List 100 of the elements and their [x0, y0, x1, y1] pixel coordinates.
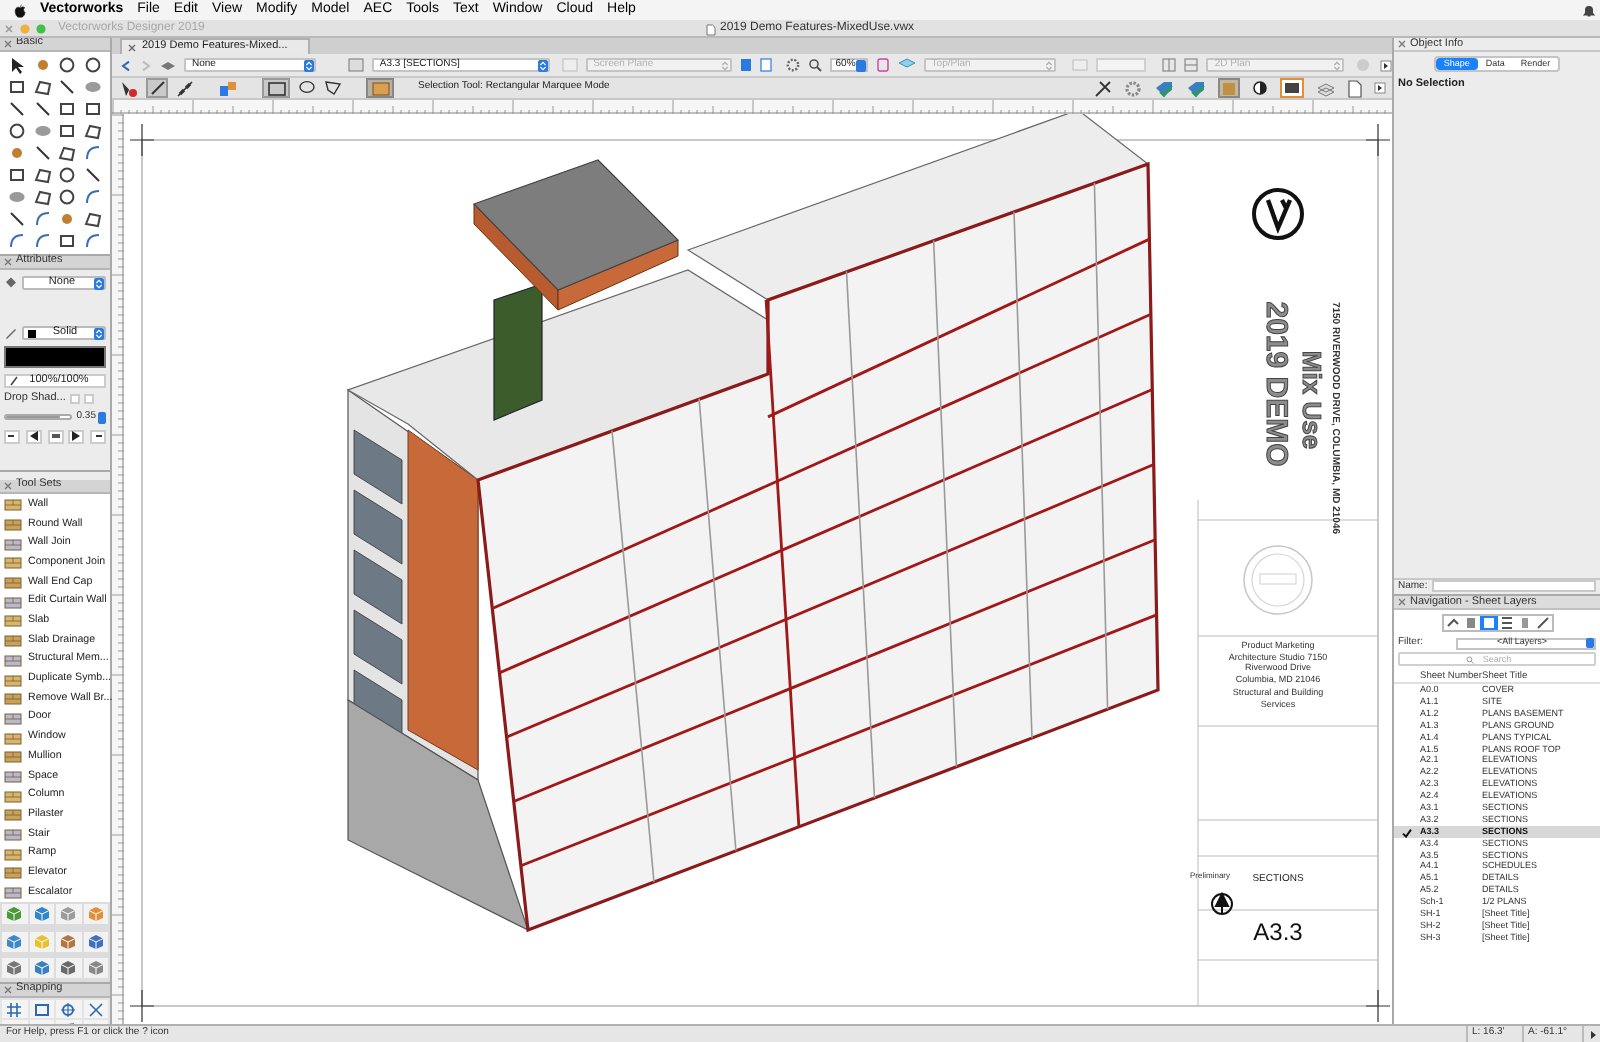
dash-icon [6, 430, 18, 442]
line-end-button[interactable] [4, 429, 20, 443]
cube-icon[interactable] [6, 933, 23, 950]
block-icon [4, 614, 22, 629]
line-icon[interactable] [7, 210, 26, 228]
expand-icon[interactable] [1380, 59, 1393, 71]
dot-icon[interactable] [33, 56, 52, 74]
square-icon[interactable] [7, 78, 26, 96]
lighting-field[interactable] [1095, 58, 1147, 72]
close-icon[interactable] [4, 40, 12, 48]
view-mode-button[interactable] [1533, 615, 1551, 630]
line-icon[interactable] [84, 166, 103, 184]
cube-icon[interactable] [87, 959, 104, 976]
arc-icon[interactable] [84, 188, 103, 206]
square-icon[interactable] [33, 1001, 50, 1017]
circle-icon[interactable] [58, 166, 77, 184]
close-icon[interactable] [4, 986, 12, 994]
caret-icon [303, 59, 314, 71]
line-icon[interactable] [7, 100, 26, 118]
caret-icon [98, 411, 106, 423]
line-weight-slider[interactable] [4, 414, 73, 420]
rectangle-mode-button[interactable] [262, 78, 290, 98]
view-icon[interactable] [875, 58, 890, 72]
arrow-icon[interactable] [7, 56, 26, 74]
caret-icon [94, 327, 104, 339]
cube-icon[interactable] [60, 933, 77, 950]
mode-button[interactable] [146, 78, 168, 98]
expand-icon[interactable] [1587, 1029, 1597, 1039]
circle-icon[interactable] [7, 122, 26, 140]
group-icon[interactable] [218, 79, 238, 97]
cube-icon[interactable] [60, 906, 77, 923]
close-icon[interactable] [4, 482, 12, 490]
contrast-icon[interactable] [1252, 80, 1268, 96]
caret-icon [719, 59, 730, 71]
square-icon[interactable] [58, 232, 77, 250]
document-icon[interactable] [706, 23, 716, 35]
project-title: 2019 DEMO [1261, 301, 1291, 467]
cube-icon[interactable] [6, 959, 23, 976]
tag-icon[interactable] [1154, 79, 1174, 97]
polygon-icon[interactable] [324, 80, 342, 96]
square-icon[interactable] [58, 100, 77, 118]
highlight-button[interactable] [1280, 78, 1304, 98]
arc-icon[interactable] [84, 232, 103, 250]
block-icon [4, 576, 22, 591]
apple-icon[interactable] [14, 3, 26, 17]
block-icon [4, 711, 22, 726]
tag-icon[interactable] [1186, 79, 1206, 97]
line-icon[interactable] [58, 78, 77, 96]
polygon-icon[interactable] [33, 78, 52, 96]
line-style-button[interactable] [47, 429, 63, 443]
view-mode-button[interactable] [1497, 615, 1515, 630]
caret-icon [1043, 59, 1054, 71]
bell-icon[interactable] [1582, 3, 1596, 17]
arrow-end-button[interactable] [68, 429, 85, 443]
block-icon [4, 498, 22, 513]
lasso-icon[interactable] [298, 80, 316, 96]
search-icon[interactable] [807, 58, 822, 72]
square-icon[interactable] [7, 166, 26, 184]
pen-color-swatch[interactable] [4, 346, 106, 368]
caret-icon [1586, 638, 1594, 649]
back-icon[interactable] [120, 59, 132, 71]
line-icon[interactable] [33, 100, 52, 118]
expand-icon[interactable] [1374, 82, 1386, 94]
dot-icon[interactable] [58, 210, 77, 228]
cube-icon[interactable] [33, 959, 50, 976]
swatch [28, 329, 36, 337]
logo-icon [1252, 188, 1304, 240]
block-icon [4, 653, 22, 668]
close-icon[interactable] [4, 258, 12, 266]
tool-icon[interactable] [1094, 79, 1112, 97]
circle-icon[interactable] [58, 56, 77, 74]
cube-icon[interactable] [6, 906, 23, 923]
line-end-button[interactable] [90, 429, 106, 443]
square-icon[interactable] [58, 122, 77, 140]
north-arrow-icon [1211, 893, 1233, 915]
arc-icon[interactable] [84, 144, 103, 162]
name-field[interactable] [1431, 580, 1596, 593]
block-icon [4, 518, 22, 533]
cross-icon[interactable] [87, 1001, 104, 1017]
square-icon[interactable] [84, 100, 103, 118]
circle-icon[interactable] [58, 188, 77, 206]
block-icon [4, 634, 22, 649]
polygon-icon[interactable] [84, 210, 103, 228]
line-icon[interactable] [33, 144, 52, 162]
close-icon[interactable] [1398, 597, 1406, 606]
cube-icon[interactable] [87, 933, 104, 950]
drop-shadow-toggle[interactable] [69, 394, 80, 405]
cube-icon[interactable] [60, 959, 77, 976]
close-icon[interactable] [1398, 40, 1406, 48]
arrow-start-button[interactable] [25, 429, 42, 443]
dot-icon[interactable] [7, 144, 26, 162]
sheet-number: A3.3 [1253, 920, 1303, 944]
caret-icon [537, 59, 548, 71]
close-icon[interactable] [128, 43, 136, 51]
block-icon [4, 556, 22, 571]
triangle-icon [27, 430, 40, 442]
circle-icon[interactable] [84, 56, 103, 74]
cube-icon[interactable] [33, 906, 50, 923]
crosshair-icon[interactable] [60, 1001, 77, 1017]
list-icon [1499, 615, 1513, 630]
